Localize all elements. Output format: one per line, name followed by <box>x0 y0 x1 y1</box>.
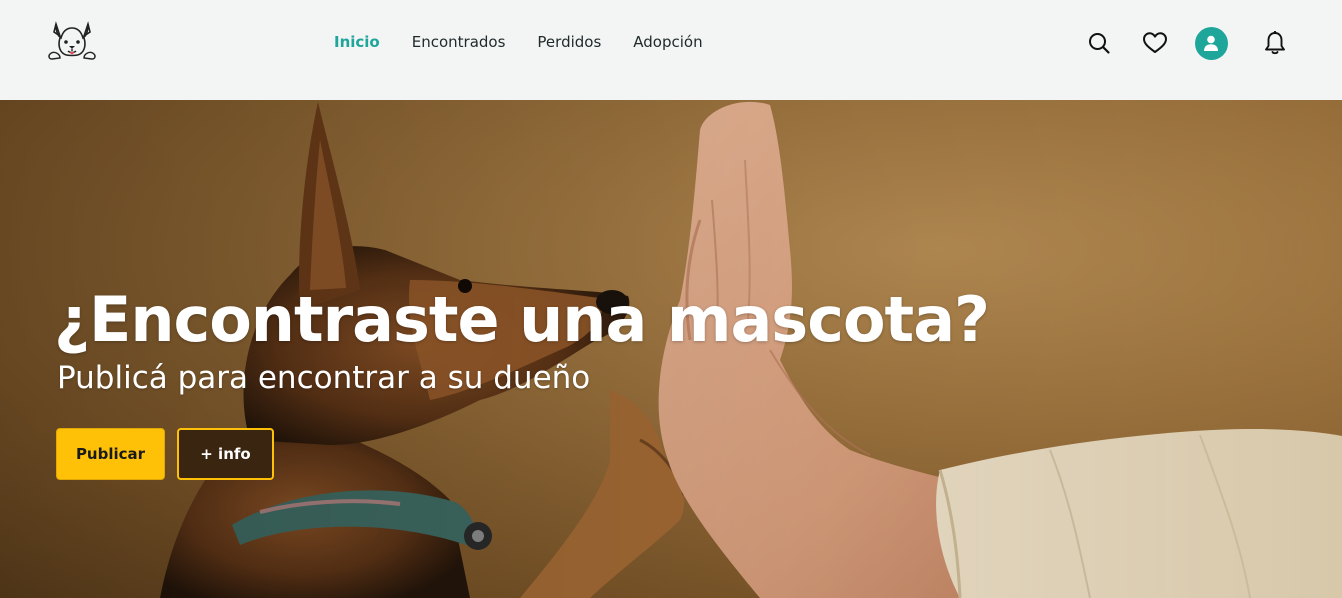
nav-link-adopcion[interactable]: Adopción <box>633 31 702 53</box>
bulldog-logo-icon[interactable] <box>46 18 98 62</box>
search-icon[interactable] <box>1082 26 1116 60</box>
main-nav: Inicio Encontrados Perdidos Adopción <box>334 31 735 53</box>
nav-link-perdidos[interactable]: Perdidos <box>537 31 601 53</box>
heart-icon[interactable] <box>1138 26 1172 60</box>
hero-title: ¿Encontraste una mascota? <box>54 283 990 356</box>
hero-subtitle: Publicá para encontrar a su dueño <box>57 360 591 396</box>
publicar-button[interactable]: Publicar <box>56 428 165 480</box>
avatar <box>1194 26 1228 60</box>
nav-link-encontrados[interactable]: Encontrados <box>412 31 506 53</box>
user-avatar-icon[interactable] <box>1194 26 1228 60</box>
more-info-button[interactable]: + info <box>177 428 274 480</box>
hero-banner: ¿Encontraste una mascota? Publicá para e… <box>0 100 1342 598</box>
bell-icon[interactable] <box>1258 26 1292 60</box>
top-navbar: Inicio Encontrados Perdidos Adopción <box>0 0 1342 100</box>
nav-icon-group <box>1082 26 1342 62</box>
nav-link-inicio[interactable]: Inicio <box>334 31 380 53</box>
